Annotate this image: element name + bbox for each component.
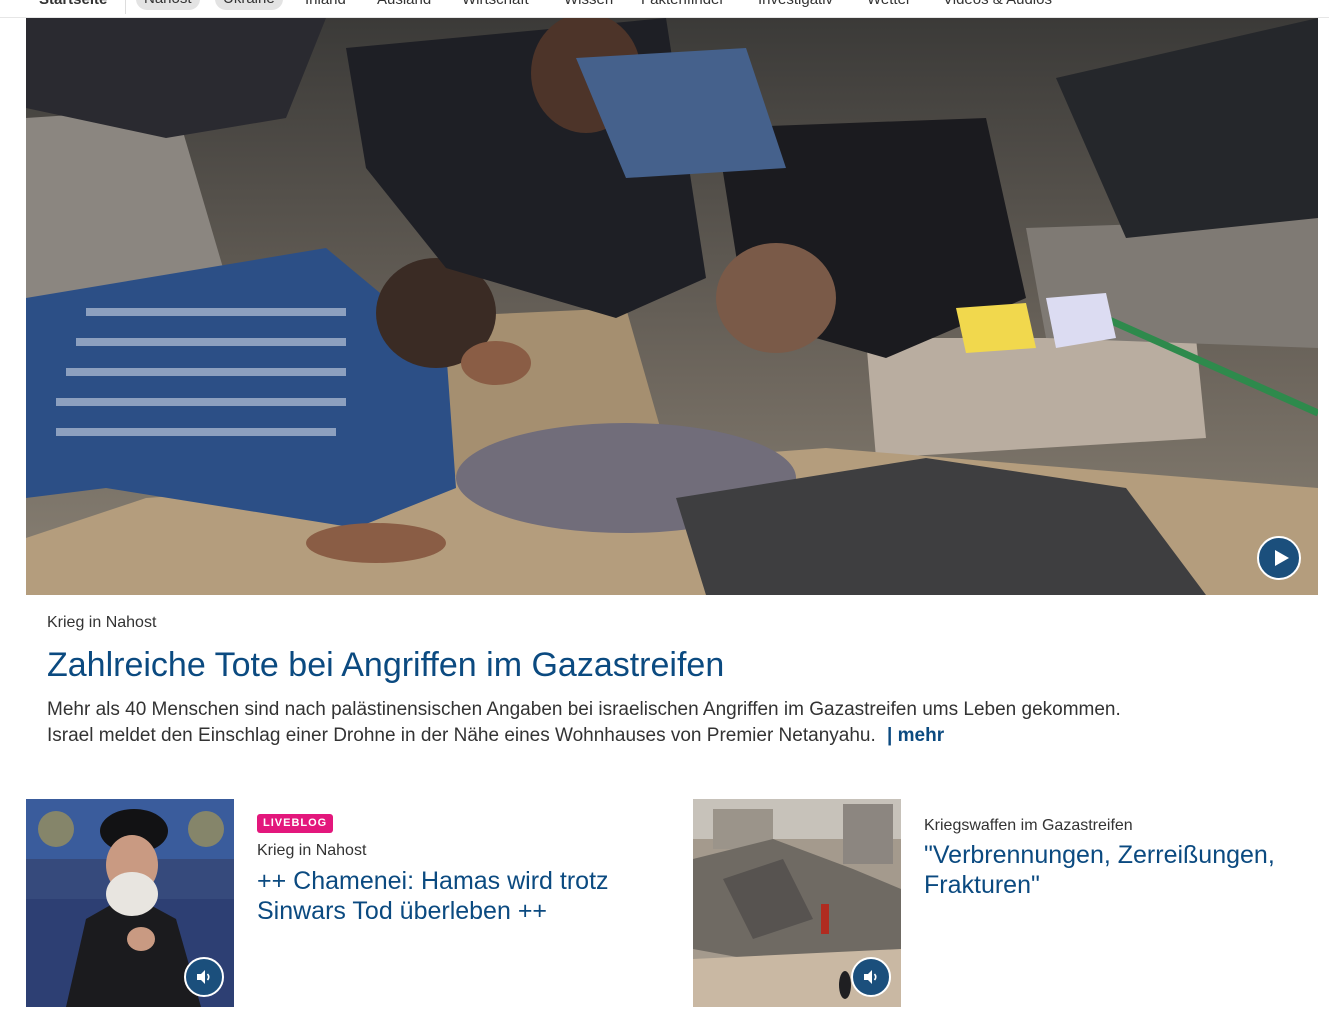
teaser-1-image[interactable] bbox=[26, 799, 234, 1007]
nav-item-wirtschaft[interactable]: Wirtschaft bbox=[462, 0, 529, 9]
nav-item-videos-audios[interactable]: Videos & Audios bbox=[943, 0, 1052, 9]
hero-photo bbox=[26, 18, 1318, 595]
nav-divider bbox=[125, 0, 126, 14]
play-icon bbox=[1275, 550, 1289, 566]
teaser-1-audio-button[interactable] bbox=[184, 957, 224, 997]
hero-headline[interactable]: Zahlreiche Tote bei Angriffen im Gazastr… bbox=[47, 645, 724, 685]
teaser-1-kicker: Krieg in Nahost bbox=[257, 842, 367, 859]
nav-item-ukraine[interactable]: Ukraine bbox=[215, 0, 283, 10]
liveblog-badge: LIVEBLOG bbox=[257, 814, 334, 833]
teaser-2-kicker: Kriegswaffen im Gazastreifen bbox=[924, 817, 1133, 834]
nav-item-wetter[interactable]: Wetter bbox=[867, 0, 911, 9]
nav-item-wissen[interactable]: Wissen bbox=[564, 0, 613, 9]
teaser-1-headline[interactable]: ++ Chamenei: Hamas wird trotz Sinwars To… bbox=[257, 866, 647, 926]
video-play-button[interactable] bbox=[1257, 536, 1301, 580]
nav-item-investigativ[interactable]: Investigativ bbox=[758, 0, 833, 9]
nav-item-ausland[interactable]: Ausland bbox=[377, 0, 431, 9]
speaker-icon bbox=[197, 970, 210, 984]
hero-teaser: Mehr als 40 Menschen sind nach palästine… bbox=[47, 697, 1127, 749]
teaser-2-headline[interactable]: "Verbrennungen, Zerreißungen, Frakturen" bbox=[924, 840, 1314, 900]
teaser-2-audio-button[interactable] bbox=[851, 957, 891, 997]
teaser-2-image[interactable] bbox=[693, 799, 901, 1007]
hero-image[interactable] bbox=[26, 18, 1318, 595]
hero-kicker: Krieg in Nahost bbox=[47, 614, 157, 631]
top-navigation: Startseite Nahost Ukraine Inland Ausland… bbox=[0, 0, 1329, 18]
nav-item-startseite[interactable]: Startseite bbox=[39, 0, 107, 9]
speaker-icon bbox=[864, 970, 877, 984]
more-link[interactable]: | mehr bbox=[887, 725, 944, 746]
nav-item-nahost[interactable]: Nahost bbox=[136, 0, 200, 10]
hero-teaser-text: Mehr als 40 Menschen sind nach palästine… bbox=[47, 699, 1121, 746]
nav-item-inland[interactable]: Inland bbox=[305, 0, 346, 9]
nav-item-faktenfinder[interactable]: Faktenfinder bbox=[641, 0, 724, 9]
